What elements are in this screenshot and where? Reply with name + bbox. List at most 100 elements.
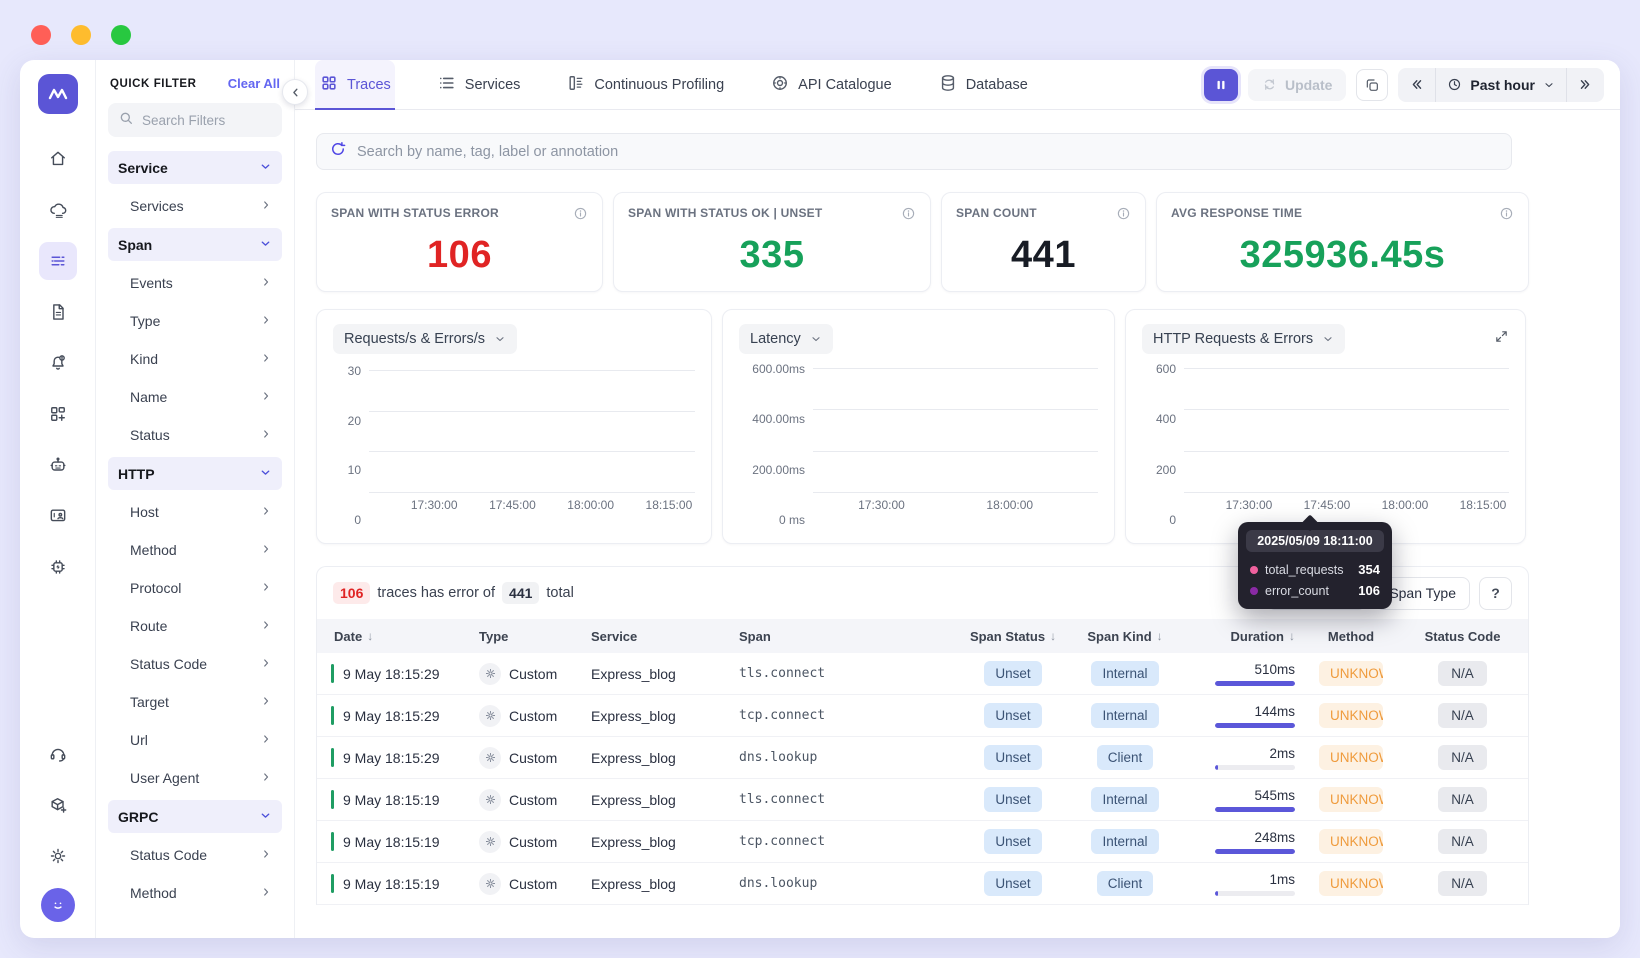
error-count-badge: 106 (333, 582, 370, 604)
filter-item-status-code[interactable]: Status Code (108, 836, 282, 874)
trace-search-input[interactable] (357, 144, 1499, 160)
home-icon[interactable] (39, 140, 77, 178)
traces-icon[interactable] (39, 242, 77, 280)
minimize-window-button[interactable] (71, 25, 91, 45)
user-avatar[interactable] (41, 888, 75, 922)
chart-plot-area[interactable]: 17:30:0017:45:0018:00:0018:15:00 (369, 364, 695, 492)
tab-database[interactable]: Database (934, 60, 1032, 109)
sort-desc-icon[interactable]: ↓ (1050, 629, 1056, 643)
filter-item-name[interactable]: Name (108, 378, 282, 416)
logs-icon[interactable] (39, 293, 77, 331)
alerts-icon[interactable] (39, 344, 77, 382)
filter-item-protocol[interactable]: Protocol (108, 569, 282, 607)
filter-item-url[interactable]: Url (108, 721, 282, 759)
status-accent-bar (331, 664, 334, 683)
expand-icon[interactable] (1494, 329, 1509, 349)
infrastructure-icon[interactable] (39, 191, 77, 229)
filter-item-kind[interactable]: Kind (108, 340, 282, 378)
chevron-right-icon (260, 542, 272, 558)
info-icon[interactable] (573, 206, 588, 226)
filter-item-status-code[interactable]: Status Code (108, 645, 282, 683)
duration-bar (1215, 807, 1295, 812)
trace-row[interactable]: 9 May 18:15:29 Custom Express_blog dns.l… (317, 737, 1528, 779)
tab-services[interactable]: Services (433, 60, 525, 109)
column-header-date[interactable]: Date↓ (317, 629, 469, 644)
method-badge: UNKNOWN (1319, 745, 1383, 770)
update-button[interactable]: Update (1248, 69, 1346, 101)
chart-metric-dropdown[interactable]: Latency (739, 324, 833, 354)
trace-row[interactable]: 9 May 18:15:19 Custom Express_blog tcp.c… (317, 821, 1528, 863)
filter-section-service[interactable]: Service (108, 151, 282, 184)
time-back-button[interactable] (1398, 68, 1435, 102)
maximize-window-button[interactable] (111, 25, 131, 45)
tab-traces[interactable]: Traces (315, 60, 395, 109)
chart-plot-area[interactable]: 17:30:0017:45:0018:00:0018:15:00 (1184, 364, 1509, 492)
info-icon[interactable] (901, 206, 916, 226)
collapse-filters-button[interactable] (282, 79, 308, 105)
chart-metric-dropdown[interactable]: Requests/s & Errors/s (333, 324, 517, 354)
tab-continuous-profiling[interactable]: Continuous Profiling (562, 60, 728, 109)
sort-desc-icon[interactable]: ↓ (1157, 629, 1163, 643)
trace-row[interactable]: 9 May 18:15:29 Custom Express_blog tls.c… (317, 653, 1528, 695)
clear-all-link[interactable]: Clear All (228, 76, 280, 91)
filter-search-input[interactable] (142, 113, 262, 128)
info-icon[interactable] (1499, 206, 1514, 226)
filter-item-method[interactable]: Method (108, 531, 282, 569)
pause-button[interactable] (1204, 69, 1238, 101)
y-axis-tick-label: 30 (348, 364, 361, 378)
trace-row[interactable]: 9 May 18:15:19 Custom Express_blog tls.c… (317, 779, 1528, 821)
filter-section-span[interactable]: Span (108, 228, 282, 261)
middleware-logo[interactable] (38, 74, 78, 114)
column-header-span-status[interactable]: Span Status↓ (957, 629, 1069, 644)
span-kind-badge: Internal (1091, 787, 1158, 812)
column-header-duration[interactable]: Duration↓ (1181, 629, 1305, 644)
filter-item-target[interactable]: Target (108, 683, 282, 721)
duration-cell: 510ms (1215, 662, 1295, 686)
chevron-right-icon (260, 770, 272, 786)
trace-row[interactable]: 9 May 18:15:29 Custom Express_blog tcp.c… (317, 695, 1528, 737)
filter-item-method[interactable]: Method (108, 874, 282, 912)
help-button[interactable]: ? (1479, 577, 1512, 610)
filter-section-http[interactable]: HTTP (108, 457, 282, 490)
chevron-right-icon (260, 198, 272, 214)
trace-row[interactable]: 9 May 18:15:19 Custom Express_blog dns.l… (317, 863, 1528, 905)
integrations-icon[interactable] (39, 786, 77, 824)
series-color-dot (1250, 566, 1258, 574)
filter-item-host[interactable]: Host (108, 493, 282, 531)
column-header-span-kind[interactable]: Span Kind↓ (1069, 629, 1181, 644)
sort-desc-icon[interactable]: ↓ (1289, 629, 1295, 643)
support-icon[interactable] (39, 735, 77, 773)
x-axis-tick-label: 17:45:00 (489, 498, 536, 512)
settings-icon[interactable] (39, 837, 77, 875)
dashboards-icon[interactable] (39, 395, 77, 433)
filter-item-status[interactable]: Status (108, 416, 282, 454)
filter-item-services[interactable]: Services (108, 187, 282, 225)
trace-type: Custom (509, 708, 557, 724)
duration-value: 1ms (1215, 872, 1295, 887)
processor-icon[interactable] (39, 548, 77, 586)
chevron-right-icon (260, 847, 272, 863)
tab-api-catalogue[interactable]: API Catalogue (766, 60, 896, 109)
icon-rail (20, 60, 96, 938)
filter-item-route[interactable]: Route (108, 607, 282, 645)
chart-plot-area[interactable]: 17:30:0018:00:00 (813, 364, 1098, 492)
filter-search[interactable] (108, 103, 282, 137)
filter-item-user-agent[interactable]: User Agent (108, 759, 282, 797)
rum-icon[interactable] (39, 497, 77, 535)
sort-desc-icon[interactable]: ↓ (367, 629, 373, 643)
trace-search-bar[interactable] (316, 133, 1512, 170)
filter-section-grpc[interactable]: GRPC (108, 800, 282, 833)
time-range-dropdown[interactable]: Past hour (1435, 68, 1566, 102)
info-icon[interactable] (1116, 206, 1131, 226)
copy-icon[interactable] (1356, 69, 1388, 101)
chart-card-2: HTTP Requests & Errors 0200400600 17:30:… (1125, 309, 1526, 544)
filter-item-events[interactable]: Events (108, 264, 282, 302)
chart-metric-dropdown[interactable]: HTTP Requests & Errors (1142, 324, 1345, 354)
tab-label: API Catalogue (798, 77, 892, 93)
trace-span-name: tcp.connect (739, 708, 825, 723)
stat-card-3: AVG RESPONSE TIME 325936.45s (1156, 192, 1529, 292)
filter-item-type[interactable]: Type (108, 302, 282, 340)
close-window-button[interactable] (31, 25, 51, 45)
ai-bot-icon[interactable] (39, 446, 77, 484)
time-forward-button[interactable] (1566, 68, 1604, 102)
